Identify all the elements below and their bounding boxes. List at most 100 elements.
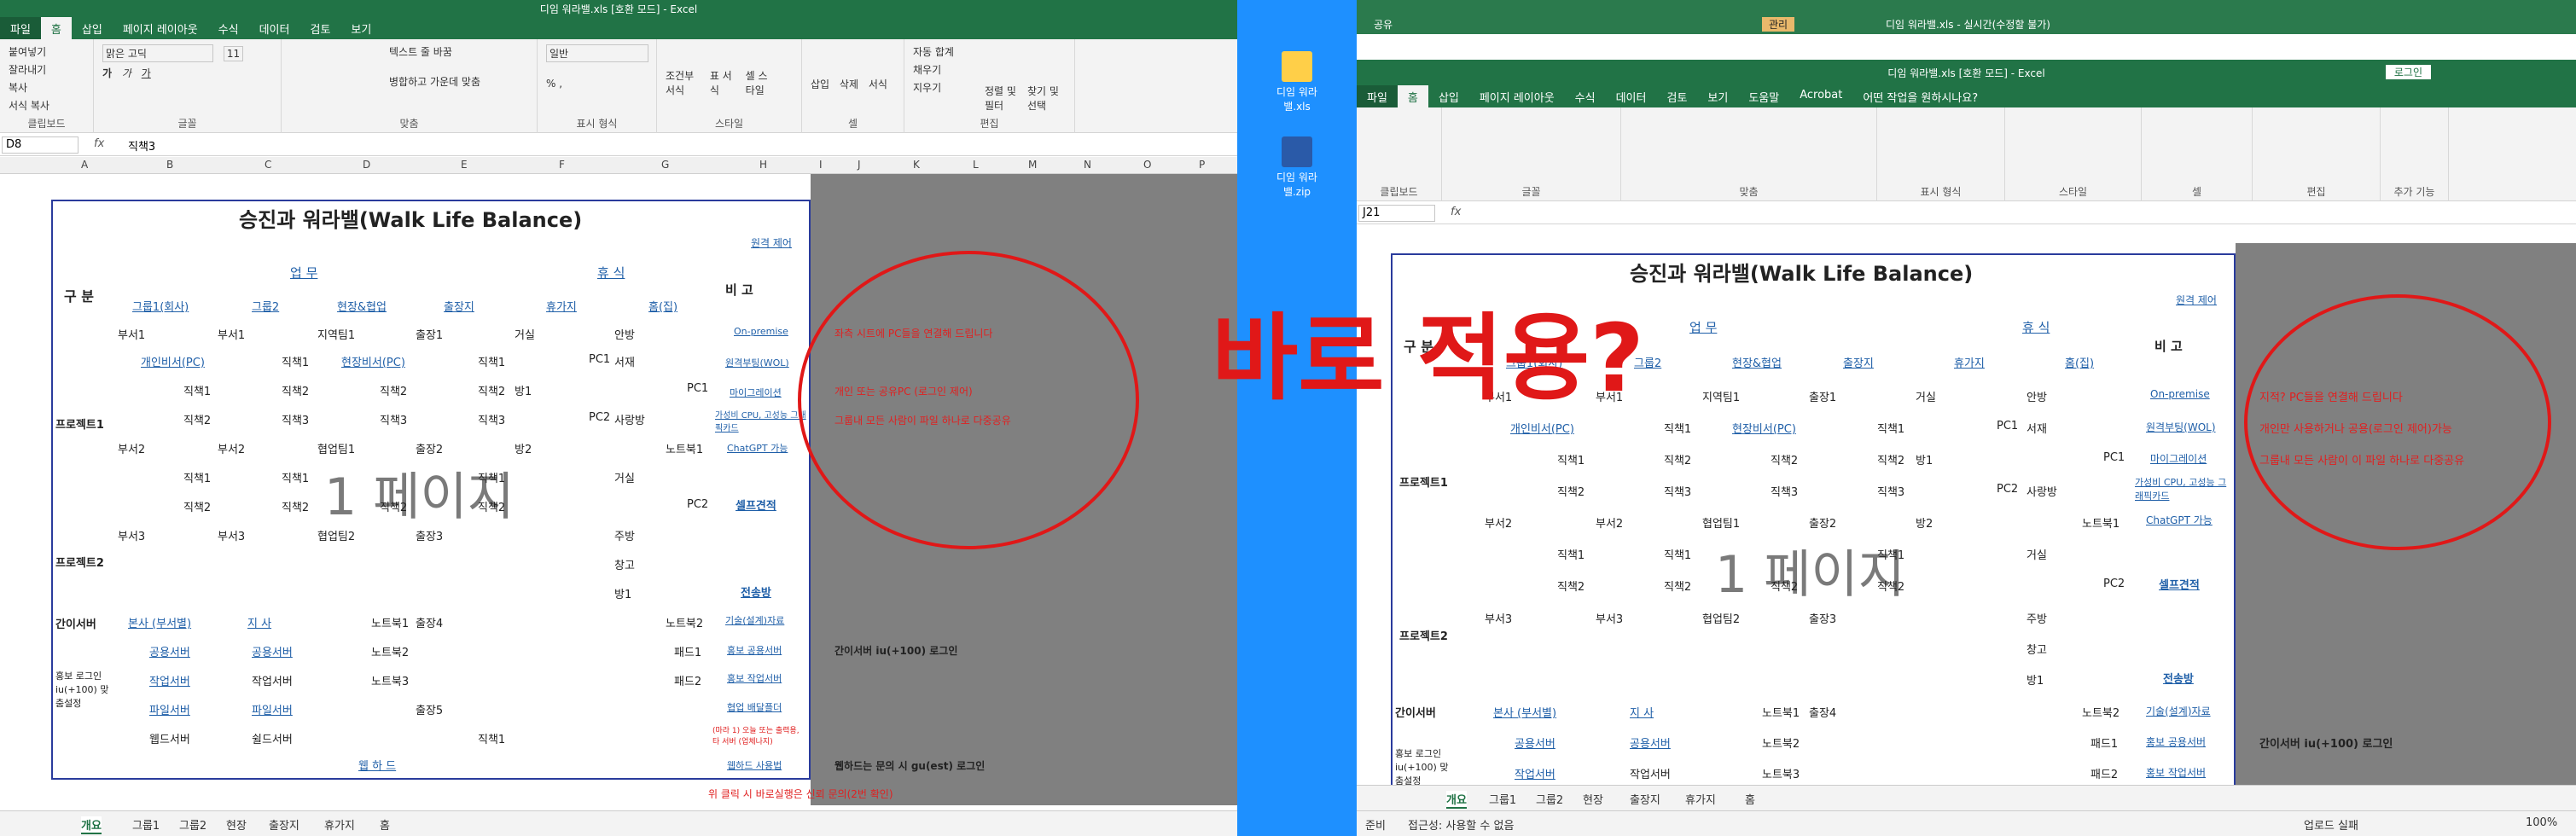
note-migration[interactable]: 마이그레이션	[2150, 451, 2207, 466]
cell[interactable]: 협업팀2	[1702, 610, 1740, 626]
cell[interactable]: 직책1	[282, 353, 309, 369]
desktop-icon-xls[interactable]: 디임 워라밸.xls	[1267, 51, 1327, 113]
paste-button[interactable]: 붙여넣기	[9, 44, 46, 59]
cell[interactable]: 부서1	[118, 326, 145, 342]
cell-link[interactable]: 파일서버	[252, 701, 293, 717]
cell[interactable]: 작업서버	[252, 672, 293, 688]
sheet-tab-trip[interactable]: 출장지	[269, 816, 299, 833]
tab-help[interactable]: 도움말	[1738, 85, 1789, 107]
cell[interactable]: 직책3	[1877, 483, 1904, 499]
cell[interactable]: PC2	[589, 411, 610, 424]
cell[interactable]: PC1	[589, 353, 610, 366]
cell[interactable]: 직책1	[478, 730, 505, 746]
cell[interactable]: PC1	[2103, 451, 2125, 464]
cell[interactable]: 출장2	[1809, 514, 1836, 531]
sheet-tab-group2[interactable]: 그룹2	[179, 816, 206, 833]
cell[interactable]: 직책2	[380, 382, 407, 398]
cell[interactable]: 노트북2	[666, 614, 703, 630]
name-box[interactable]: J21	[1358, 205, 1435, 222]
cell[interactable]: 부서3	[1596, 610, 1623, 626]
cell[interactable]: 사랑방	[2026, 483, 2057, 499]
note-gpu[interactable]: 가성비 CPU, 고성능 그래픽카드	[715, 408, 809, 433]
cell[interactable]: 직책1	[478, 469, 505, 485]
cell-link[interactable]: 개인비서(PC)	[141, 353, 205, 369]
cell[interactable]: 노트북1	[2082, 514, 2120, 531]
clear-button[interactable]: 지우기	[913, 80, 941, 95]
font-select[interactable]: 맑은 고딕	[102, 44, 213, 62]
tab-home[interactable]: 홈	[40, 17, 72, 39]
cell-link[interactable]: 작업서버	[1515, 765, 1555, 781]
tab-view[interactable]: 보기	[340, 17, 381, 39]
cell[interactable]: 노트북2	[1762, 734, 1800, 751]
merge-center-button[interactable]: 병합하고 가운데 맞춤	[389, 74, 480, 89]
note-onpremise[interactable]: On-premise	[2150, 388, 2210, 400]
cell[interactable]: 직책2	[183, 411, 211, 427]
cell[interactable]: 출장5	[416, 701, 443, 717]
insert-cells-button[interactable]: 삽입	[811, 77, 829, 91]
cell[interactable]: 직책3	[1664, 483, 1691, 499]
note-self-quote[interactable]: 셀프견적	[736, 496, 776, 513]
col-header[interactable]: P	[1199, 159, 1205, 171]
cell-link[interactable]: 공용서버	[1515, 734, 1555, 751]
cell[interactable]: 직책1	[1557, 546, 1585, 562]
cell[interactable]: 노트북3	[371, 672, 409, 688]
cell[interactable]: 직책1	[282, 469, 309, 485]
cell[interactable]: 직책2	[1557, 483, 1585, 499]
cell[interactable]: 패드1	[2090, 734, 2118, 751]
tab-page-layout[interactable]: 페이지 레이아웃	[113, 17, 208, 39]
cell[interactable]: 노트북2	[2082, 704, 2120, 720]
format-painter-button[interactable]: 서식 복사	[9, 98, 49, 113]
delete-cells-button[interactable]: 삭제	[840, 77, 858, 91]
cell[interactable]: 직책2	[183, 498, 211, 514]
cell[interactable]: 협업팀1	[317, 440, 355, 456]
remote-control-link[interactable]: 원격 제어	[751, 235, 792, 250]
cell[interactable]: 직책3	[380, 411, 407, 427]
cell[interactable]: 웹드서버	[149, 730, 190, 746]
cell[interactable]: 노트북1	[666, 440, 703, 456]
cell[interactable]: 출장1	[1809, 388, 1836, 404]
note-webhard[interactable]: 웹하드 사용법	[727, 758, 782, 772]
col-header[interactable]: C	[265, 159, 271, 171]
col-vacation[interactable]: 휴가지	[1954, 354, 1985, 370]
cell[interactable]: 협업팀2	[317, 527, 355, 543]
sheet-tab-group2[interactable]: 그룹2	[1536, 791, 1563, 807]
note-transfer[interactable]: 전송방	[741, 583, 771, 600]
rest-header[interactable]: 휴 식	[597, 264, 625, 282]
cell[interactable]: 주방	[2026, 610, 2047, 626]
cell[interactable]: 직책1	[1664, 546, 1691, 562]
cell[interactable]: PC2	[687, 498, 708, 511]
col-header[interactable]: G	[661, 159, 669, 171]
cell[interactable]: 직책2	[282, 382, 309, 398]
tab-formulas[interactable]: 수식	[1565, 85, 1606, 107]
remote-control-link[interactable]: 원격 제어	[2176, 293, 2217, 307]
work-header[interactable]: 업 무	[290, 264, 317, 282]
cell-link[interactable]: 작업서버	[149, 672, 190, 688]
note-gpu[interactable]: 가성비 CPU, 고성능 그래픽카드	[2135, 475, 2233, 502]
webhard-link[interactable]: 웹 하 드	[358, 757, 396, 773]
cell[interactable]: 출장1	[416, 326, 443, 342]
cell[interactable]: 직책2	[1771, 451, 1798, 467]
note-self-quote[interactable]: 셀프견적	[2159, 576, 2200, 592]
cell[interactable]: 출장4	[416, 614, 443, 630]
note-chatgpt[interactable]: ChatGPT 가능	[727, 441, 788, 455]
format-cells-button[interactable]: 서식	[869, 77, 887, 91]
cell[interactable]: 직책2	[478, 382, 505, 398]
cell[interactable]: 부서3	[218, 527, 245, 543]
underline-button[interactable]: 가	[142, 66, 151, 80]
sheet-tab-overview[interactable]: 개요	[81, 816, 102, 834]
cell[interactable]: PC1	[1997, 420, 2018, 433]
note-onpremise[interactable]: On-premise	[734, 326, 788, 337]
italic-button[interactable]: 가	[122, 66, 131, 80]
note-wol[interactable]: 원격부팅(WOL)	[2146, 420, 2216, 434]
conditional-format-button[interactable]: 조건부 서식	[666, 68, 700, 97]
cell[interactable]: 직책2	[1664, 578, 1691, 594]
sheet-tab-field[interactable]: 현장	[226, 816, 247, 833]
bold-button[interactable]: 가	[102, 66, 112, 80]
copy-button[interactable]: 복사	[9, 80, 27, 95]
tab-review[interactable]: 검토	[299, 17, 340, 39]
cell[interactable]: PC2	[2103, 578, 2125, 590]
formula-input[interactable]: 직책3	[128, 137, 155, 154]
col-header[interactable]: B	[166, 159, 173, 171]
cell[interactable]: 방1	[2026, 671, 2044, 688]
cell[interactable]: 직책2	[478, 498, 505, 514]
